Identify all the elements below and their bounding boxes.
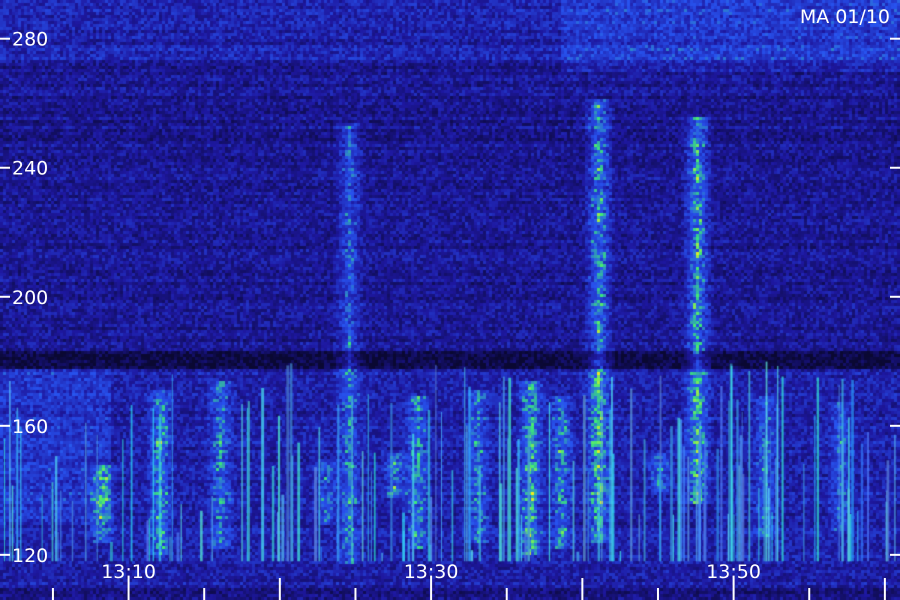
y-tick-label: 280 (12, 29, 48, 51)
spectrogram-chart: 120 160 200 240 280 13:10 13:30 13:50 MA 01/10 (0, 0, 900, 600)
y-tick-label: 160 (12, 416, 48, 438)
x-tick-label: 13:50 (706, 561, 761, 583)
y-axis-left: 120 160 200 240 280 (0, 29, 48, 567)
x-axis: 13:10 13:30 13:50 (51, 561, 886, 600)
y-tick-label: 200 (12, 287, 48, 309)
y-axis-right (890, 37, 900, 556)
y-tick-label: 240 (12, 158, 48, 180)
x-tick-label: 13:30 (404, 561, 459, 583)
chart-overlay: 120 160 200 240 280 13:10 13:30 13:50 MA 01/10 (0, 6, 900, 600)
chart-title: MA 01/10 (800, 6, 890, 28)
x-tick-label: 13:10 (101, 561, 156, 583)
y-tick-label: 120 (12, 545, 48, 567)
